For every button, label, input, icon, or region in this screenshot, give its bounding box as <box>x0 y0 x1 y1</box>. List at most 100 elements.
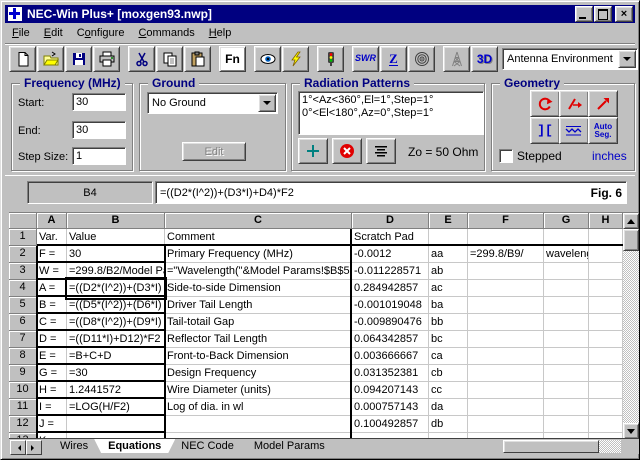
minimize-button[interactable] <box>575 6 593 22</box>
horizontal-scroll-thumb[interactable] <box>503 440 599 453</box>
cell[interactable]: 0.003666667 <box>352 348 429 365</box>
cell[interactable]: 0.031352381 <box>352 365 429 382</box>
row-header[interactable]: 11 <box>9 399 37 416</box>
cell[interactable]: cc <box>429 382 468 399</box>
save-button[interactable] <box>65 45 92 72</box>
vertical-scrollbar[interactable] <box>623 213 639 439</box>
step-size-input[interactable]: 1 <box>72 147 126 165</box>
cell[interactable] <box>589 331 623 348</box>
scroll-up-button[interactable] <box>623 213 639 229</box>
menu-file[interactable]: File <box>5 25 37 41</box>
cell[interactable] <box>468 399 544 416</box>
cell[interactable] <box>544 348 589 365</box>
cell[interactable] <box>544 399 589 416</box>
column-header[interactable]: E <box>429 213 468 229</box>
line-arrow-button[interactable] <box>559 90 589 117</box>
cell[interactable] <box>589 314 623 331</box>
cell[interactable] <box>589 399 623 416</box>
cell[interactable]: Reflector Tail Length <box>165 331 352 348</box>
cell[interactable]: 0.064342857 <box>352 331 429 348</box>
pattern-line[interactable]: 1°<Az<360°,El=1°,Step=1° <box>302 94 480 107</box>
column-header[interactable]: F <box>468 213 544 229</box>
cell[interactable]: Primary Frequency (MHz) <box>165 246 352 263</box>
tab-scroll-left-button[interactable] <box>10 440 26 455</box>
grid-corner[interactable] <box>9 213 37 229</box>
delete-pattern-button[interactable] <box>332 138 362 164</box>
cell[interactable] <box>544 314 589 331</box>
row-header[interactable]: 2 <box>9 246 37 263</box>
cell-reference-box[interactable]: B4 <box>27 181 153 204</box>
cell[interactable] <box>544 331 589 348</box>
cell[interactable]: -0.001019048 <box>352 297 429 314</box>
cell[interactable]: Design Frequency <box>165 365 352 382</box>
cell[interactable] <box>589 348 623 365</box>
pattern-line[interactable]: 0°<El<180°,Az=0°,Step=1° <box>302 107 480 120</box>
brackets-button[interactable]: ][ <box>530 117 560 144</box>
cell[interactable] <box>468 331 544 348</box>
cell[interactable]: ba <box>429 297 468 314</box>
cell[interactable] <box>544 280 589 297</box>
auto-seg-button[interactable]: Auto Seg. <box>588 117 618 144</box>
column-header[interactable]: B <box>67 213 165 229</box>
environment-dropdown[interactable]: Antenna Environment <box>502 47 638 70</box>
cell[interactable]: Wire Diameter (units) <box>165 382 352 399</box>
ground-dropdown[interactable]: No Ground <box>147 92 278 114</box>
cell[interactable]: ca <box>429 348 468 365</box>
row-header[interactable]: 12 <box>9 416 37 433</box>
cell[interactable]: -0.009890476 <box>352 314 429 331</box>
sheet-tab-wires[interactable]: Wires <box>46 439 102 453</box>
cell[interactable]: 0.000757143 <box>352 399 429 416</box>
cell[interactable]: Front-to-Back Dimension <box>165 348 352 365</box>
cell[interactable] <box>468 280 544 297</box>
close-button[interactable]: × <box>615 6 633 22</box>
cell[interactable] <box>165 416 352 433</box>
start-input[interactable]: 30 <box>72 93 126 111</box>
cell[interactable] <box>468 348 544 365</box>
cell[interactable]: Driver Tail Length <box>165 297 352 314</box>
column-header[interactable]: A <box>37 213 67 229</box>
cell[interactable]: aa <box>429 246 468 263</box>
edit-bolt-button[interactable] <box>282 45 309 72</box>
row-header[interactable]: 9 <box>9 365 37 382</box>
diagonal-arrow-button[interactable] <box>588 90 618 117</box>
cut-button[interactable] <box>128 45 155 72</box>
cell[interactable] <box>589 365 623 382</box>
cell[interactable] <box>468 365 544 382</box>
cell[interactable] <box>589 416 623 433</box>
cell[interactable] <box>589 280 623 297</box>
cell[interactable]: 0.284942857 <box>352 280 429 297</box>
column-header[interactable]: D <box>352 213 429 229</box>
cell[interactable]: Tail-totail Gap <box>165 314 352 331</box>
end-input[interactable]: 30 <box>72 121 126 139</box>
horizontal-scrollbar[interactable] <box>503 440 621 453</box>
chevron-down-icon[interactable] <box>617 49 636 68</box>
app-icon[interactable] <box>7 6 23 22</box>
stepped-checkbox[interactable] <box>499 149 513 163</box>
cell[interactable] <box>544 416 589 433</box>
cell[interactable]: bb <box>429 314 468 331</box>
scroll-down-button[interactable] <box>623 423 639 439</box>
cell[interactable]: cb <box>429 365 468 382</box>
chevron-down-icon[interactable] <box>258 94 276 112</box>
cell[interactable]: -0.011228571 <box>352 263 429 280</box>
radiation-pattern-list[interactable]: 1°<Az<360°,El=1°,Step=1° 0°<El<180°,Az=0… <box>298 91 484 135</box>
impedance-button[interactable]: Z <box>380 45 407 72</box>
row-header[interactable]: 10 <box>9 382 37 399</box>
row-header[interactable]: 3 <box>9 263 37 280</box>
menu-commands[interactable]: Commands <box>131 25 201 41</box>
row-header[interactable]: 5 <box>9 297 37 314</box>
cell[interactable]: ac <box>429 280 468 297</box>
swr-button[interactable]: SWR <box>352 45 379 72</box>
add-pattern-button[interactable] <box>298 138 328 164</box>
cell[interactable] <box>544 382 589 399</box>
sheet-tab-model-params[interactable]: Model Params <box>240 439 339 453</box>
cell[interactable]: Side-to-side Dimension <box>165 280 352 297</box>
row-header[interactable]: 7 <box>9 331 37 348</box>
cell[interactable]: 0.094207143 <box>352 382 429 399</box>
function-button[interactable]: Fn <box>219 45 246 72</box>
menu-configure[interactable]: Configure <box>70 25 132 41</box>
wires-button[interactable] <box>559 117 589 144</box>
pattern-options-button[interactable] <box>366 138 396 164</box>
new-file-button[interactable] <box>9 45 36 72</box>
column-header[interactable]: H <box>589 213 623 229</box>
